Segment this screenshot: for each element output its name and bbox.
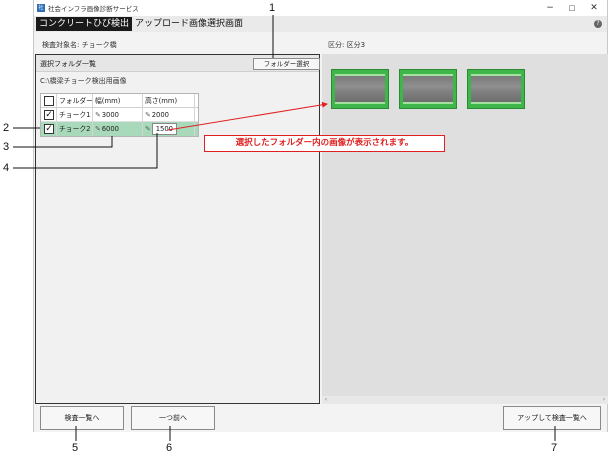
annotation-number-1: 1 <box>269 2 276 14</box>
annotation-number-6: 6 <box>166 442 173 454</box>
annotation-number-5: 5 <box>72 442 79 454</box>
annotation-number-7: 7 <box>551 442 558 454</box>
annotation-number-2: 2 <box>3 122 10 134</box>
annotation-number-3: 3 <box>3 141 10 153</box>
annotation-lines <box>13 15 556 441</box>
annotation-number-4: 4 <box>3 162 10 174</box>
annotation-callout: 選択したフォルダー内の画像が表示されます。 <box>204 135 445 152</box>
